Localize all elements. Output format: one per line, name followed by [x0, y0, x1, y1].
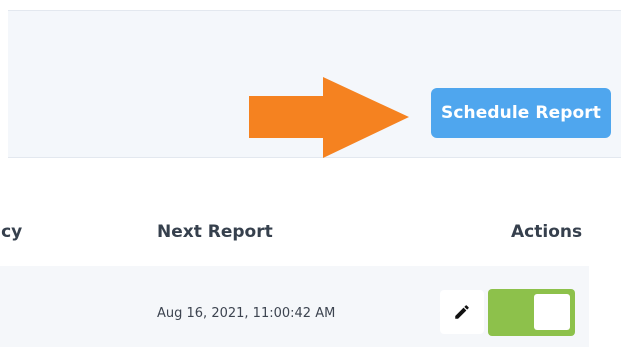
pencil-icon — [455, 305, 469, 319]
arrow-shape — [249, 77, 409, 158]
column-header-next-report: Next Report — [157, 222, 273, 242]
column-header-actions: Actions — [511, 222, 583, 242]
orange-arrow-annotation — [249, 77, 409, 158]
next-report-date: Aug 16, 2021, 11:00:42 AM — [157, 306, 336, 321]
edit-button[interactable] — [440, 290, 484, 334]
column-header-frequency: ncy — [0, 222, 23, 242]
enable-toggle[interactable] — [488, 289, 575, 336]
schedule-report-button[interactable]: Schedule Report — [431, 88, 611, 138]
toggle-knob — [534, 294, 570, 330]
